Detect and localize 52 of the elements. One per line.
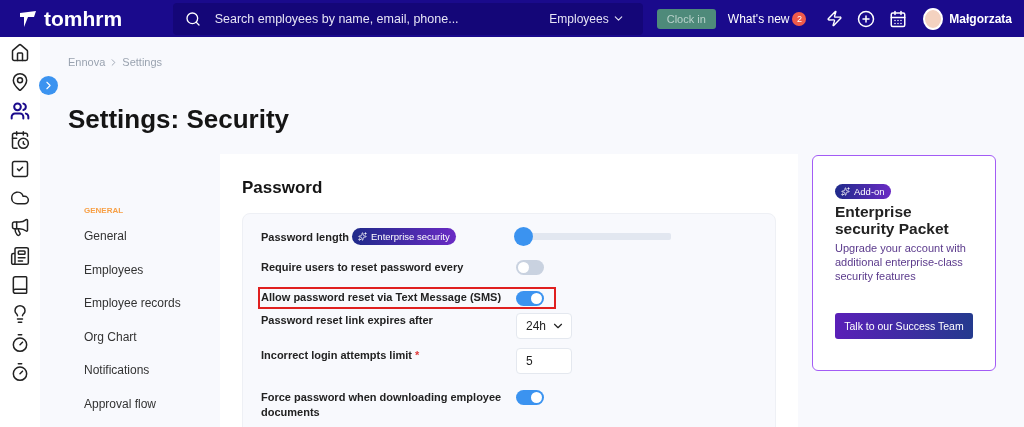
search-icon xyxy=(184,10,201,27)
slider-thumb[interactable] xyxy=(514,227,533,246)
logo-icon xyxy=(18,8,38,29)
avatar[interactable] xyxy=(923,7,944,30)
megaphone-icon[interactable] xyxy=(10,217,30,237)
people-icon[interactable] xyxy=(10,101,30,121)
setting-label: Force password when downloading employee documents xyxy=(261,389,503,421)
input-field[interactable]: 5 xyxy=(516,347,572,374)
nav-item[interactable]: Org Chart xyxy=(84,329,220,364)
promo-text: Upgrade your account with additional enterprise-class security features xyxy=(835,242,967,284)
expand-button[interactable] xyxy=(39,76,58,95)
lightning-icon[interactable] xyxy=(826,10,844,27)
setting-label: Allow password reset via Text Message (SMS) xyxy=(261,290,503,306)
addon-badge: Add-on xyxy=(835,184,891,199)
calendar-icon[interactable] xyxy=(889,9,908,28)
checkbox-icon[interactable] xyxy=(10,159,30,179)
search-field[interactable]: Search employees by name, email, phone... Employees xyxy=(172,2,643,35)
nav-item[interactable]: General xyxy=(84,229,220,263)
length-slider[interactable] xyxy=(516,227,671,246)
scope-dropdown[interactable]: Employees xyxy=(543,10,631,27)
setting-label: Incorrect login attempts limit * xyxy=(261,347,421,363)
nav-item[interactable]: Employee records xyxy=(84,296,220,330)
page-title: Settings: Security xyxy=(68,104,291,135)
stopwatch-icon[interactable] xyxy=(10,362,30,382)
home-icon[interactable] xyxy=(10,43,30,63)
contact-button[interactable]: Talk to our Success Team xyxy=(835,313,973,340)
nav-item[interactable]: Approval flow xyxy=(84,396,220,427)
duration-select[interactable]: 24h xyxy=(516,312,572,339)
cloud-icon[interactable] xyxy=(10,188,30,208)
setting-label: Require users to reset password every xyxy=(261,260,465,275)
map-pin-icon[interactable] xyxy=(10,72,30,92)
toggle-switch[interactable] xyxy=(516,389,544,405)
whats-new-link[interactable]: What's new 2 xyxy=(721,10,813,27)
newspaper-icon[interactable] xyxy=(10,246,30,266)
nav-item[interactable]: Employees xyxy=(84,262,220,297)
section-title: Password xyxy=(242,178,324,198)
nav-item[interactable]: Notifications xyxy=(84,363,220,397)
toggle-switch[interactable] xyxy=(516,290,544,306)
add-icon[interactable] xyxy=(857,9,876,28)
enterprise-badge: Enterprise security xyxy=(352,227,456,246)
setting-label: Password length Enterprise security xyxy=(261,227,516,246)
promo-title: Enterprise security Packet xyxy=(835,203,950,238)
notification-badge: 2 xyxy=(792,11,807,26)
user-name[interactable]: Małgorzata xyxy=(949,11,1012,26)
logo[interactable]: tomhrm xyxy=(18,6,173,31)
logo-text: tomhrm xyxy=(44,6,123,31)
setting-label: Password reset link expires after xyxy=(261,312,434,328)
nav-heading: GENERAL xyxy=(84,206,125,215)
stopwatch-icon[interactable] xyxy=(10,333,30,353)
book-icon[interactable] xyxy=(10,275,30,295)
calendar-icon[interactable] xyxy=(10,130,30,150)
toggle-switch[interactable] xyxy=(516,260,544,276)
